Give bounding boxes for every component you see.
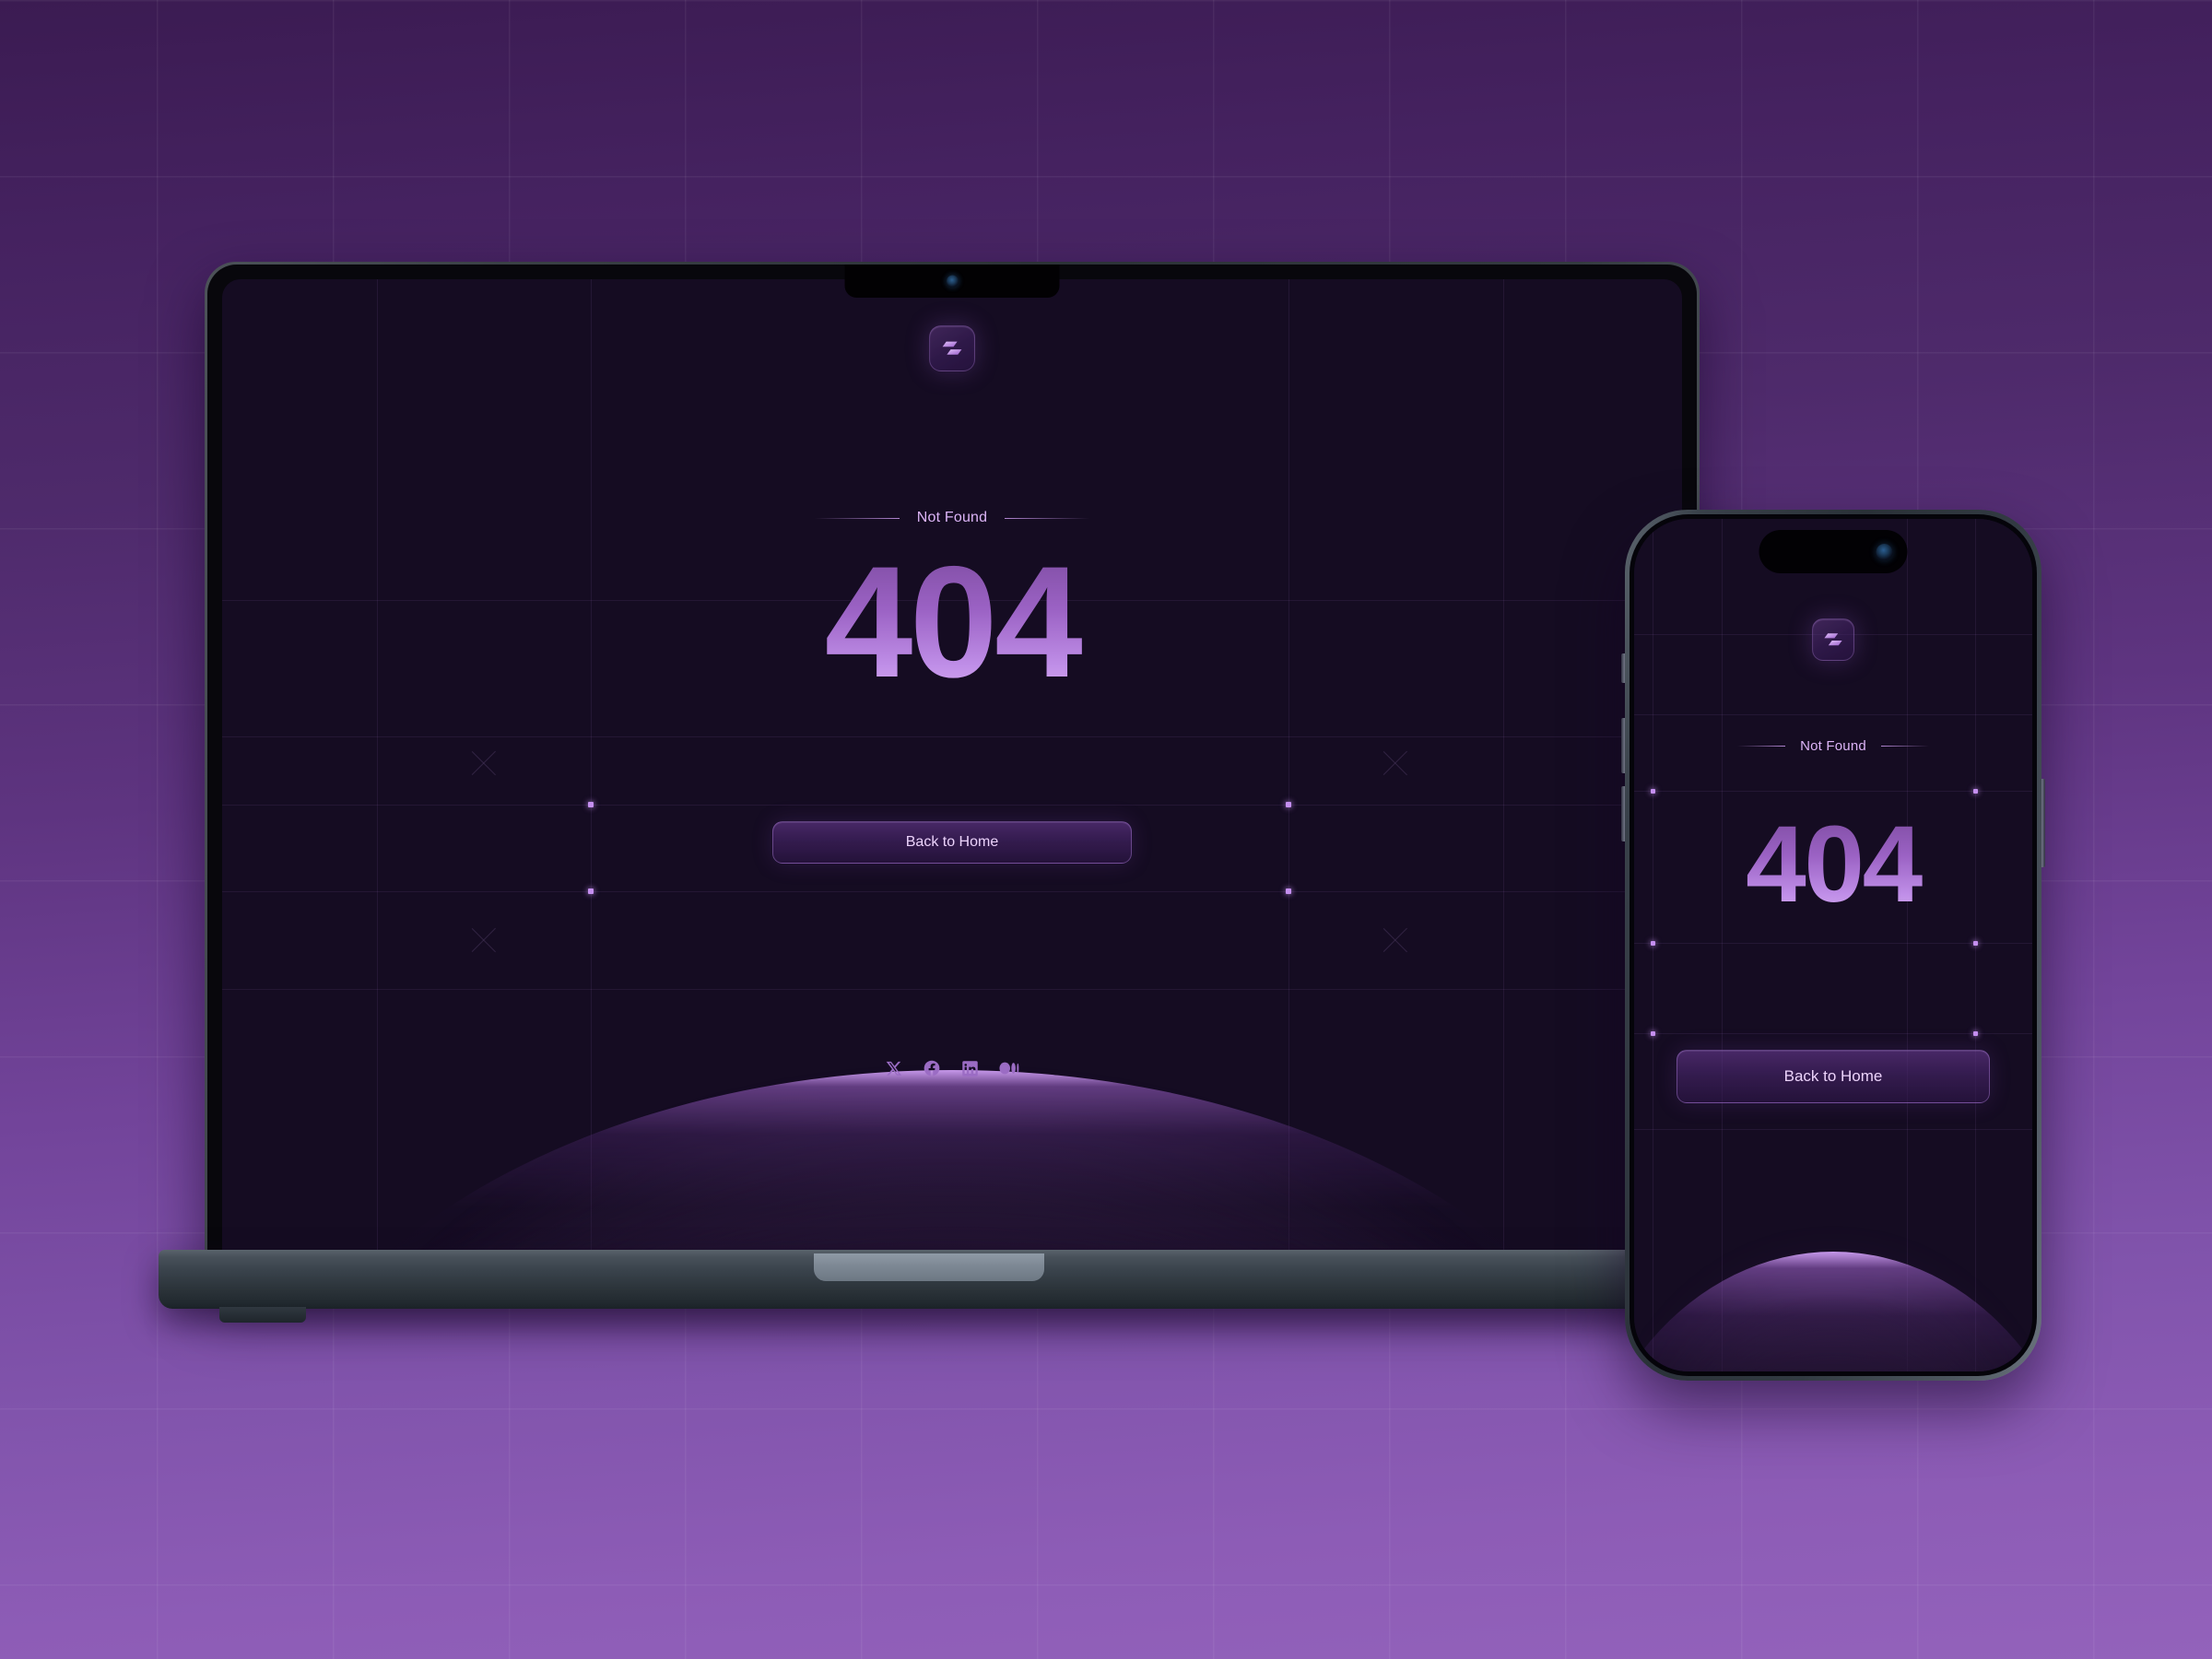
- laptop-foot: [219, 1307, 306, 1323]
- phone-bottom-glow-core: [1634, 1252, 2032, 1371]
- linkedin-icon[interactable]: [961, 1060, 979, 1077]
- brand-logo-mark: [942, 341, 962, 355]
- bottom-glow-core: [335, 1088, 1570, 1273]
- laptop-screen: Not Found 404 Back to Home: [222, 279, 1682, 1273]
- phone-eyebrow-label: Not Found: [1800, 738, 1866, 754]
- phone-brand-logo-mark: [1824, 633, 1842, 646]
- phone-back-to-home-label: Back to Home: [1783, 1067, 1883, 1085]
- phone-eyebrow-row: Not Found: [1634, 738, 2032, 754]
- phone-page-404: Not Found 404 Back to Home: [1634, 519, 2032, 1371]
- back-to-home-label: Back to Home: [905, 834, 999, 850]
- laptop-lid: Not Found 404 Back to Home: [205, 262, 1700, 1290]
- bottom-glow-arc: [233, 1070, 1671, 1273]
- phone-frame: Not Found 404 Back to Home: [1625, 510, 2041, 1381]
- x-twitter-icon[interactable]: [886, 1060, 902, 1077]
- laptop-mockup: Not Found 404 Back to Home: [159, 262, 1700, 1323]
- phone-eyebrow-rule-right: [1880, 746, 1929, 747]
- phone-error-code: 404: [1634, 810, 2032, 919]
- phone-bottom-glow-arc: [1634, 1252, 2032, 1371]
- eyebrow-label: Not Found: [916, 510, 988, 525]
- brand-logo-badge[interactable]: [929, 325, 975, 371]
- phone-mockup: Not Found 404 Back to Home: [1621, 510, 2045, 1381]
- laptop-base: [159, 1250, 1700, 1323]
- facebook-icon[interactable]: [923, 1059, 941, 1077]
- error-code: 404: [222, 543, 1682, 701]
- phone-dynamic-island: [1759, 530, 1908, 573]
- social-links: [222, 1058, 1682, 1078]
- back-to-home-button[interactable]: Back to Home: [772, 821, 1132, 864]
- eyebrow-rule-right: [1005, 517, 1090, 519]
- medium-icon[interactable]: [998, 1058, 1019, 1078]
- laptop-bezel: Not Found 404 Back to Home: [207, 265, 1697, 1288]
- page-grid: [222, 279, 1682, 1273]
- eyebrow-row: Not Found: [222, 510, 1682, 526]
- phone-brand-logo-badge[interactable]: [1812, 618, 1854, 661]
- laptop-camera-icon: [946, 275, 959, 288]
- laptop-base-notch: [814, 1253, 1044, 1281]
- phone-screen: Not Found 404 Back to Home: [1634, 519, 2032, 1371]
- laptop-camera-notch: [844, 265, 1060, 298]
- phone-camera-icon: [1876, 543, 1893, 560]
- eyebrow-rule-left: [814, 517, 900, 519]
- laptop-page-404: Not Found 404 Back to Home: [222, 279, 1682, 1273]
- phone-eyebrow-rule-left: [1737, 746, 1786, 747]
- phone-bezel: Not Found 404 Back to Home: [1630, 514, 2037, 1376]
- phone-back-to-home-button[interactable]: Back to Home: [1677, 1050, 1990, 1103]
